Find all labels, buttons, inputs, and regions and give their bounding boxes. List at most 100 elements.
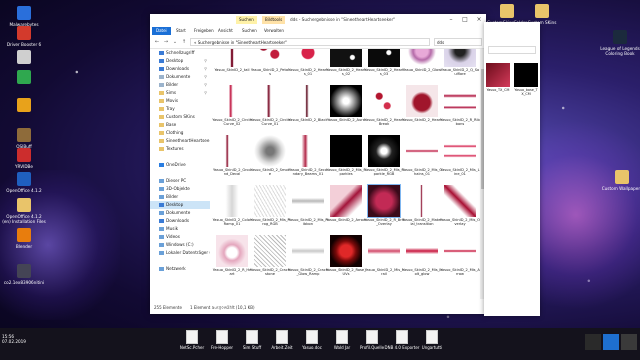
desktop-icon[interactable]: OSIBuff [2, 128, 46, 149]
ribbon-tab[interactable]: Suchen [238, 27, 261, 35]
explorer-window[interactable]: Suchen Bildtools dds - Suchergebnisse in… [150, 14, 486, 314]
nav-item-label: Desktop [166, 202, 184, 207]
nav-item[interactable]: Downloads [150, 217, 210, 225]
nav-item[interactable]: Netzwerk [150, 265, 210, 273]
recent-locations-icon[interactable]: ⌄ [171, 38, 179, 46]
nav-item[interactable]: Schnellzugriff [150, 49, 210, 57]
nav-item[interactable]: Videos [150, 233, 210, 241]
file-tile[interactable]: Yasuo_SkinID_2_Aura [326, 85, 366, 137]
nav-item[interactable]: Movis [150, 97, 210, 105]
file-tile[interactable]: Yasuo_SkinID_2_Arrow [326, 185, 366, 237]
file-tile[interactable]: Yasuo_SkinID_2_Mis_Line_01 [440, 135, 480, 187]
file-tile[interactable]: Yasuo_SkinID_2_R_Heart [212, 235, 252, 287]
file-tile[interactable]: Yasuo_SkinID_2_Mis_Prog_RGB [250, 185, 290, 237]
explorer-window-2[interactable]: Yasuo_TX_CM Yasuo_base_TX_CM [484, 22, 540, 316]
nav-item[interactable]: Sims ⚲ [150, 89, 210, 97]
tray-explorer-icon[interactable] [585, 334, 601, 350]
maximize-button[interactable]: □ [458, 14, 472, 26]
ribbon-tab[interactable]: Start [172, 27, 190, 35]
file-tile[interactable]: Yasuo_SkinID_2_R_Brd_Overlay [364, 184, 404, 237]
nav-item[interactable]: Textures [150, 145, 210, 153]
ribbon-tab[interactable]: Datei [152, 27, 171, 35]
desktop-icon[interactable]: Blender [2, 228, 46, 249]
minimize-button[interactable]: – [444, 14, 458, 26]
desktop-icon[interactable] [2, 98, 46, 114]
file-tile[interactable]: Yasuo_SkinID_2_Material_transition [402, 185, 442, 237]
desktop-icon[interactable]: Custom Wallpapers [600, 170, 640, 191]
desktop-icon[interactable]: League of Legends Coloring Book [598, 30, 640, 56]
file-tile[interactable]: Yasuo_SkinID_2_Hearts_02 [326, 49, 366, 87]
nav-item[interactable]: Tray [150, 105, 210, 113]
file-tile[interactable]: Yasuo_SkinID_2_R_Ribbons [440, 85, 480, 137]
ribbon-tab[interactable]: Ansicht [214, 27, 237, 35]
nav-item[interactable]: Desktop [150, 201, 210, 209]
ribbon-tab[interactable]: Verwalten [260, 27, 288, 35]
nav-item[interactable]: Dokumente ⚲ [150, 73, 210, 81]
file-tile[interactable]: Yasuo_SkinID_2_CircleCurve_01 [250, 85, 290, 137]
nav-item[interactable]: OneDrive [150, 161, 210, 169]
taskbar-file[interactable]: Ungartutti [410, 330, 454, 350]
nav-folder-icon [159, 227, 164, 231]
file-tile[interactable]: Yasuo_SkinID_2_Ground_Decal [212, 135, 252, 187]
nav-item[interactable]: Clothing [150, 129, 210, 137]
file-tile[interactable]: Yasuo_SkinID_2_Mis_bolt_glow [402, 235, 442, 287]
tray-app-icon[interactable] [603, 334, 619, 350]
address-field[interactable]: « Suchergebnisse in "SineetheartHeartsee… [190, 38, 430, 46]
file-tile[interactable]: Yasuo_SkinID_2_Hearts_01 [288, 49, 328, 87]
nav-item[interactable]: Bilder [150, 193, 210, 201]
file-tile[interactable]: Yasuo_SkinID_2_Mis_Chains_01 [402, 135, 442, 187]
file-tile[interactable]: Yasuo_SkinID_2_Q_Soulflare [440, 49, 480, 87]
nav-item[interactable]: Custom SKins [150, 113, 210, 121]
file-tile[interactable]: Yasuo_SkinID_2_Crack_Glow_Ramp [288, 235, 328, 287]
item-count: 255 Elemente [154, 305, 182, 310]
window-2-search[interactable] [488, 46, 536, 54]
desktop-icon[interactable] [2, 70, 46, 86]
nav-item[interactable]: Dieser PC [150, 177, 210, 185]
file-tile[interactable]: Yasuo_SkinID_2_Rose_UVs [326, 235, 366, 287]
nav-item[interactable]: Musik [150, 225, 210, 233]
desktop-icon[interactable]: Driver Booster 6 [2, 26, 46, 47]
file-tile[interactable]: Yasuo_SkinID_2_Mis_Ribbon [288, 185, 328, 237]
desktop-icon[interactable]: co2.1ex83906nitini [2, 264, 46, 285]
desktop-icon[interactable]: YRVIDBe [2, 148, 46, 169]
file-tile[interactable]: Yasuo_SkinID_2_Glow [402, 49, 442, 87]
nav-item[interactable]: Lokaler Datenträger (E:) [150, 249, 210, 257]
file-tile[interactable]: Yasuo_SkinID_2_Mis_Overlay [440, 185, 480, 237]
file-tile[interactable]: Yasuo_SkinID_2_Petals [250, 49, 290, 87]
context-tab-search[interactable]: Suchen [236, 16, 257, 24]
nav-item[interactable]: SineetheartHeartsee [150, 137, 210, 145]
up-arrow-icon[interactable]: ↑ [180, 38, 188, 46]
notification-icon[interactable] [621, 334, 637, 350]
nav-item[interactable]: Windows (C:) [150, 241, 210, 249]
desktop-icon[interactable] [2, 50, 46, 66]
file-tile[interactable]: Yasuo_TX_CM [486, 63, 510, 103]
back-arrow-icon[interactable]: ← [153, 38, 161, 46]
forward-arrow-icon[interactable]: → [162, 38, 170, 46]
file-tile[interactable]: Yasuo_SkinID_2_Crackstone [250, 235, 290, 287]
search-input[interactable]: dds [434, 38, 482, 46]
nav-item[interactable]: Base [150, 121, 210, 129]
file-tile[interactable]: Yasuo_SkinID_2_Mis_Arrow [440, 235, 480, 287]
file-tile[interactable]: Yasuo_SkinID_2_Mis_Sparkles [326, 135, 366, 187]
file-tile[interactable]: Yasuo_SkinID_2_Hearts_03 [364, 49, 404, 87]
file-tile[interactable]: Yasuo_SkinID_2_Black [288, 85, 328, 137]
nav-item[interactable]: Dokumente [150, 209, 210, 217]
file-tile[interactable]: Yasuo_SkinID_2_Mis_Sparkle_RGB [364, 135, 404, 187]
file-tile[interactable]: Yasuo_SkinID_2_tail [212, 49, 252, 87]
file-tile[interactable]: Yasuo_SkinID_2_Secondary_Beams_01 [288, 135, 328, 187]
file-tile[interactable]: Yasuo_SkinID_2_Mis_trail [364, 235, 404, 287]
file-tile[interactable]: Yasuo_SkinID_2_HeartBreak [364, 85, 404, 137]
nav-item[interactable]: Downloads ⚲ [150, 65, 210, 73]
nav-item[interactable]: Bilder ⚲ [150, 81, 210, 89]
desktop-icon[interactable]: OpenOffice 4.1.2 [2, 172, 46, 193]
file-tile[interactable]: Yasuo_base_TX_CM [514, 63, 538, 103]
file-tile[interactable]: Yasuo_SkinID_2_Heart [402, 85, 442, 137]
desktop-icon[interactable]: Malwarebytes [2, 6, 46, 27]
file-tile[interactable]: Yasuo_SkinID_2_ColorRamp_01 [212, 185, 252, 237]
nav-item[interactable]: 3D-Objekte [150, 185, 210, 193]
nav-item[interactable]: Desktop ⚲ [150, 57, 210, 65]
file-tile[interactable]: Yasuo_SkinID_2_Smoke [250, 135, 290, 187]
file-tile[interactable]: Yasuo_SkinID_2_CircleCurve_02 [212, 85, 252, 137]
desktop-icon[interactable]: OpenOffice 4.1.2 (en) Installation Files [2, 198, 46, 224]
context-tab-picture-tools[interactable]: Bildtools [262, 16, 286, 24]
